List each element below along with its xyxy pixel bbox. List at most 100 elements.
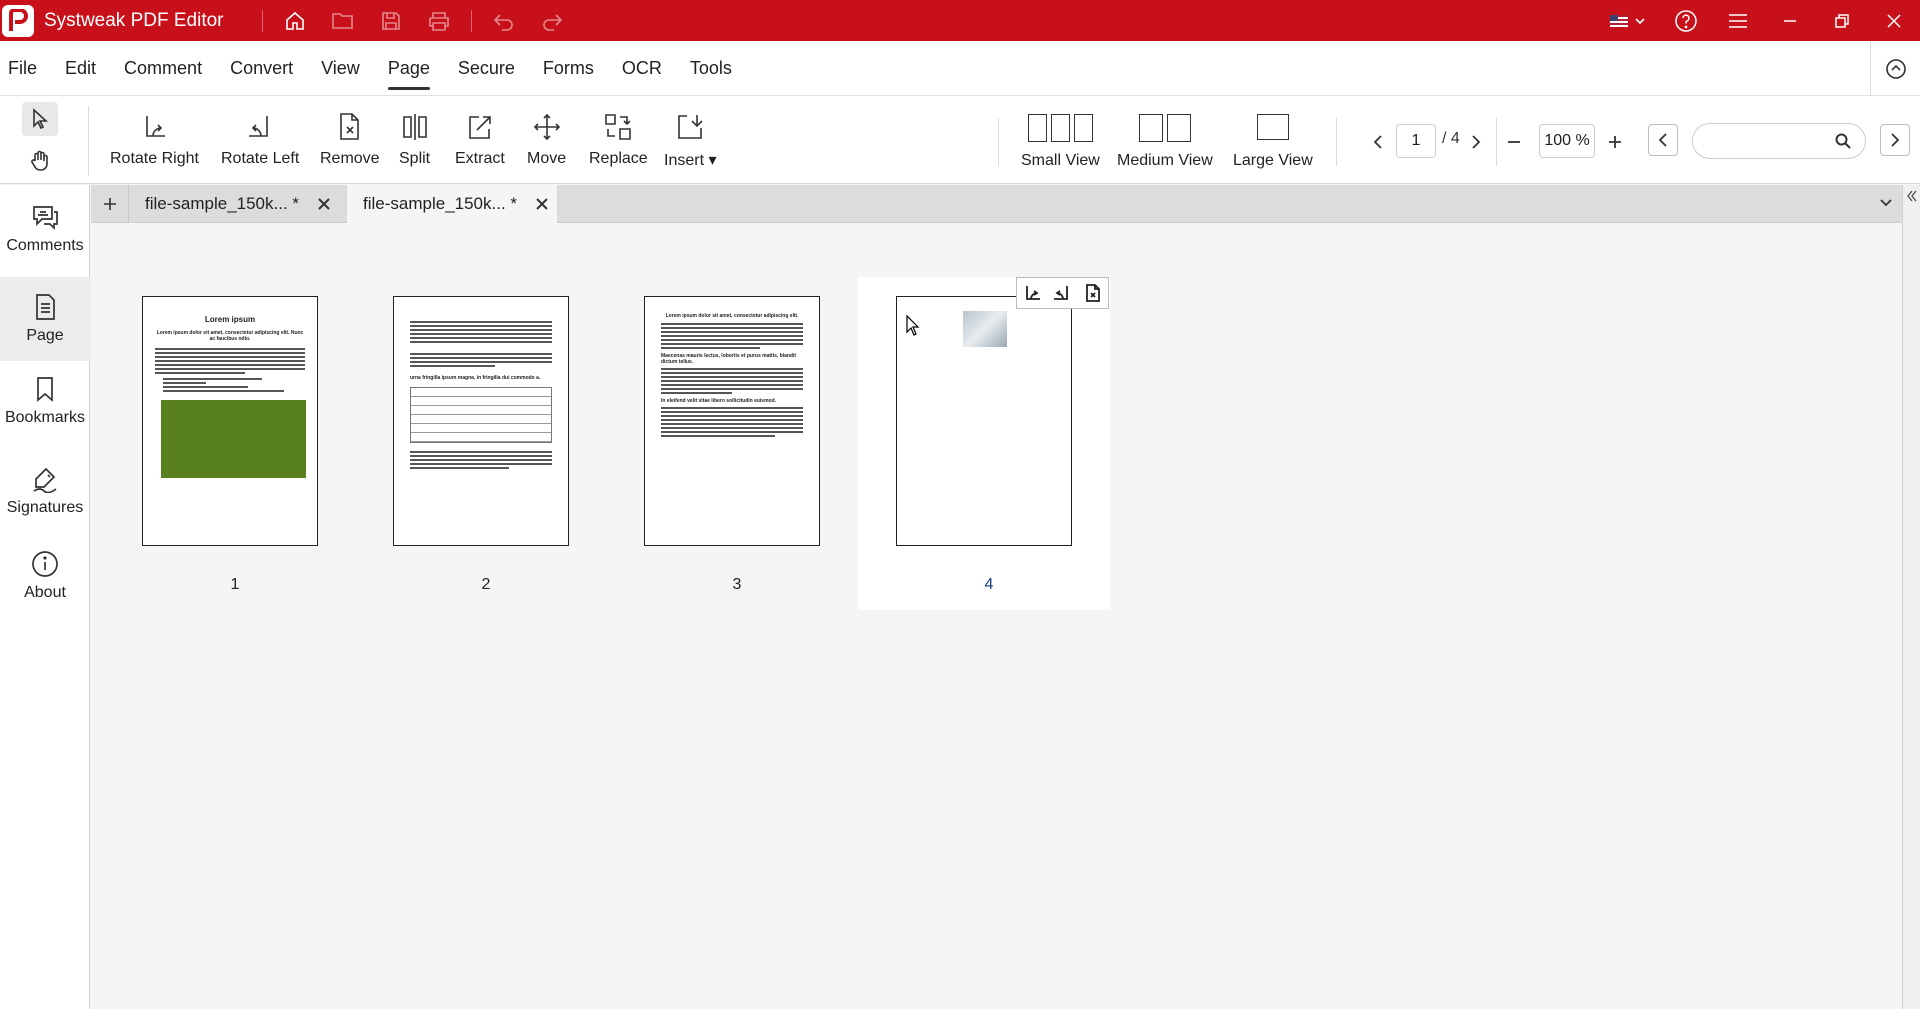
- menu-secure[interactable]: Secure: [444, 41, 529, 96]
- page-thumbnail-1[interactable]: Lorem ipsum Lorem ipsum dolor sit amet, …: [142, 296, 318, 546]
- page-3-heading: Lorem ipsum dolor sit amet, consectetur …: [665, 313, 799, 319]
- zoom-in-icon[interactable]: [1605, 132, 1625, 152]
- menu-edit[interactable]: Edit: [51, 41, 110, 96]
- page-number-3: 3: [732, 576, 742, 593]
- page-1-subheading: Lorem ipsum dolor sit amet, consectetur …: [156, 330, 304, 342]
- zoom-level-input[interactable]: 100 %: [1539, 124, 1595, 158]
- search-next-button[interactable]: [1880, 124, 1910, 156]
- search-icon[interactable]: [1835, 133, 1851, 149]
- page-number-2: 2: [481, 576, 491, 593]
- small-view-icon: [1027, 114, 1093, 142]
- close-tab-icon[interactable]: [309, 198, 339, 210]
- print-icon[interactable]: [415, 0, 463, 41]
- sidebar-item-comments[interactable]: Comments: [0, 193, 90, 265]
- page-4-image: [963, 311, 1007, 347]
- medium-view-button[interactable]: Medium View: [1117, 114, 1213, 170]
- insert-icon: [678, 115, 703, 139]
- extract-icon: [469, 116, 491, 139]
- prev-page-icon[interactable]: [1368, 132, 1388, 152]
- medium-view-icon: [1138, 114, 1191, 142]
- document-tab-2[interactable]: file-sample_150k... *: [347, 185, 557, 223]
- insert-button[interactable]: Insert ▾: [664, 112, 717, 176]
- menu-ocr[interactable]: OCR: [608, 41, 676, 96]
- menu-convert[interactable]: Convert: [216, 41, 307, 96]
- undo-icon[interactable]: [480, 0, 528, 41]
- split-button[interactable]: Split: [399, 112, 430, 176]
- menu-page[interactable]: Page: [374, 41, 444, 96]
- language-flag-icon[interactable]: [1600, 0, 1660, 41]
- quick-rotate-left-icon[interactable]: [1052, 283, 1072, 303]
- sidebar-item-signatures[interactable]: Signatures: [0, 455, 90, 527]
- quick-remove-page-icon[interactable]: [1083, 283, 1103, 303]
- restore-icon[interactable]: [1816, 0, 1868, 41]
- sidebar-item-about[interactable]: About: [0, 540, 90, 612]
- ribbon-separator-zoom: [1496, 118, 1497, 166]
- remove-button[interactable]: Remove: [320, 112, 380, 176]
- rotate-right-button[interactable]: Rotate Right: [110, 112, 199, 176]
- sidebar-item-page[interactable]: Page: [0, 277, 90, 361]
- menu-tools[interactable]: Tools: [676, 41, 746, 96]
- zoom-out-icon[interactable]: [1504, 132, 1524, 152]
- sidebar-item-bookmarks[interactable]: Bookmarks: [0, 365, 90, 437]
- small-view-label: Small View: [1021, 152, 1100, 169]
- next-page-icon[interactable]: [1466, 132, 1486, 152]
- minimize-icon[interactable]: [1764, 0, 1816, 41]
- remove-page-icon: [339, 113, 359, 140]
- plus-icon: [103, 198, 116, 210]
- tab-list-dropdown-icon[interactable]: [1878, 194, 1894, 215]
- extract-button[interactable]: Extract: [455, 112, 505, 176]
- ribbon-separator: [88, 106, 89, 176]
- page-3-subheading-2: In eleifend velit vitae libero sollicitu…: [661, 398, 777, 404]
- menu-forms[interactable]: Forms: [529, 41, 608, 96]
- extract-label: Extract: [455, 150, 505, 167]
- home-icon[interactable]: [271, 0, 319, 41]
- insert-label: Insert ▾: [664, 152, 717, 169]
- collapse-ribbon-icon[interactable]: [1870, 41, 1920, 96]
- page-thumbnail-3[interactable]: Lorem ipsum dolor sit amet, consectetur …: [644, 296, 820, 546]
- search-prev-button[interactable]: [1648, 124, 1678, 156]
- chevron-left-icon: [1658, 133, 1667, 147]
- current-page-input[interactable]: 1: [1396, 124, 1436, 158]
- page-thumbnail-2[interactable]: urna fringilla ipsum magna, in fringilla…: [393, 296, 569, 546]
- page-ribbon: Rotate Right Rotate Left Remove Split Ex…: [0, 96, 1920, 184]
- sidebar-label-comments: Comments: [6, 237, 84, 254]
- sidebar-label-bookmarks: Bookmarks: [4, 409, 86, 426]
- page-3-subheading-1: Maecenas mauris lectus, lobortis et puru…: [661, 353, 797, 365]
- hand-tool-icon[interactable]: [22, 144, 58, 178]
- menu-view[interactable]: View: [307, 41, 374, 96]
- menu-bar: File Edit Comment Convert View Page Secu…: [0, 41, 1920, 96]
- double-chevron-left-icon: [1907, 190, 1917, 202]
- move-button[interactable]: Move: [527, 112, 566, 176]
- chevron-right-icon: [1891, 133, 1900, 147]
- page-number-4: 4: [984, 576, 994, 593]
- close-window-icon[interactable]: [1868, 0, 1920, 41]
- open-folder-icon[interactable]: [319, 0, 367, 41]
- move-label: Move: [527, 150, 567, 167]
- page-thumbnail-4[interactable]: [896, 296, 1072, 546]
- large-view-button[interactable]: Large View: [1233, 114, 1313, 170]
- rotate-left-icon: [249, 116, 268, 137]
- help-icon[interactable]: [1660, 0, 1712, 41]
- small-view-button[interactable]: Small View: [1021, 114, 1100, 170]
- quick-rotate-right-icon[interactable]: [1022, 283, 1042, 303]
- select-tool-icon[interactable]: [22, 102, 58, 136]
- search-input[interactable]: [1707, 124, 1837, 158]
- large-view-label: Large View: [1233, 152, 1313, 169]
- hamburger-menu-icon[interactable]: [1712, 0, 1764, 41]
- new-tab-button[interactable]: [91, 185, 129, 223]
- document-tab-1[interactable]: file-sample_150k... *: [129, 185, 339, 223]
- redo-icon[interactable]: [528, 0, 576, 41]
- rotate-left-label: Rotate Left: [221, 150, 300, 167]
- search-box: [1692, 123, 1866, 159]
- page-1-heading: Lorem ipsum: [204, 315, 256, 324]
- replace-button[interactable]: Replace: [589, 112, 648, 176]
- ribbon-separator-views: [998, 118, 999, 166]
- rotate-left-button[interactable]: Rotate Left: [221, 112, 299, 176]
- menu-comment[interactable]: Comment: [110, 41, 216, 96]
- close-tab-icon[interactable]: [527, 198, 557, 210]
- page-number-1: 1: [230, 576, 240, 593]
- right-panel-collapse[interactable]: [1902, 185, 1920, 1009]
- replace-icon: [605, 114, 632, 140]
- save-icon[interactable]: [367, 0, 415, 41]
- menu-file[interactable]: File: [0, 41, 51, 96]
